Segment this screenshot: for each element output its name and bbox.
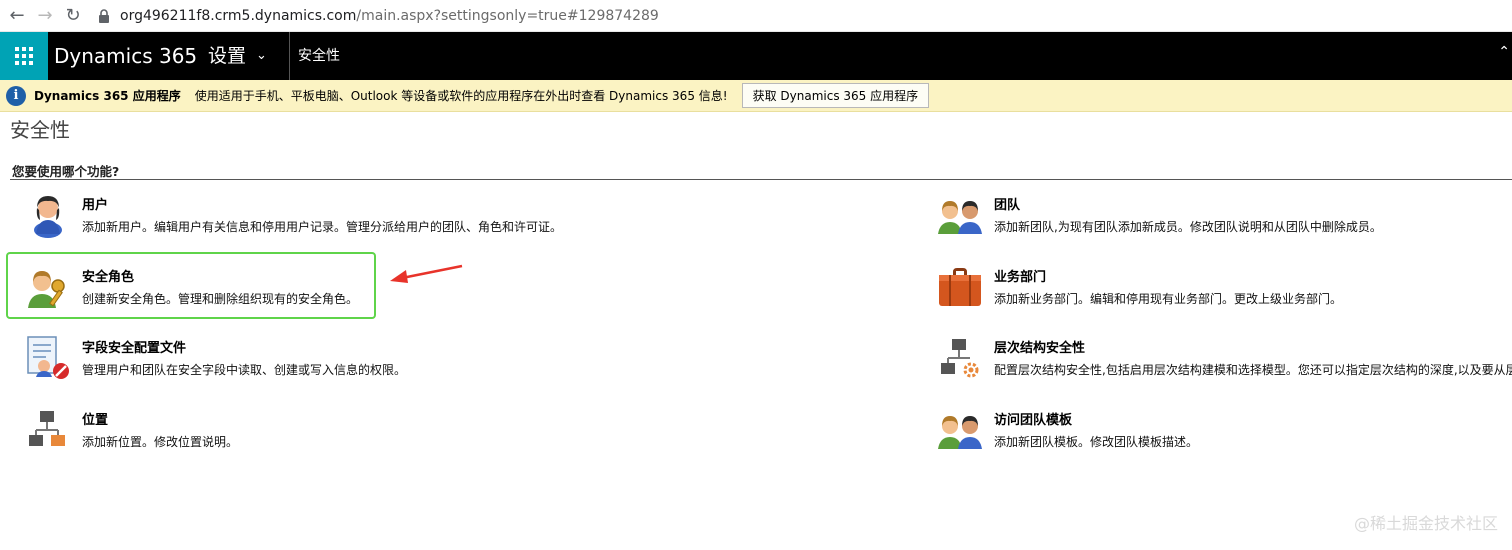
watermark: @稀土掘金技术社区: [1353, 514, 1498, 533]
positions-title: 位置: [82, 413, 109, 428]
user-icon: [34, 196, 62, 238]
app-top-bar: Dynamics 365 设置 ⌄ 安全性 ⌃: [0, 32, 1512, 80]
lock-icon: [99, 8, 109, 23]
divider: [10, 179, 1512, 180]
url-path: /main.aspx?settingsonly=true#129874289: [356, 7, 659, 24]
users-desc: 添加新用户。编辑用户有关信息和停用用户记录。管理分派给用户的团队、角色和许可证。: [82, 220, 563, 234]
field-security-title: 字段安全配置文件: [82, 341, 187, 356]
teams-desc: 添加新团队,为现有团队添加新成员。修改团队说明和从团队中删除成员。: [994, 220, 1382, 234]
hierarchy-security-title: 层次结构安全性: [994, 341, 1086, 356]
url-host: org496211f8.crm5.dynamics.com: [120, 7, 357, 24]
annotation-arrow-icon: [390, 264, 463, 283]
browser-toolbar: ← → ↻ org496211f8.crm5.dynamics.com/main…: [0, 0, 1512, 32]
notification-text: 使用适用于手机、平板电脑、Outlook 等设备或软件的应用程序在外出时查看 D…: [194, 89, 728, 103]
briefcase-icon: [939, 268, 981, 306]
security-roles-option[interactable]: 安全角色 创建新安全角色。管理和删除组织现有的安全角色。: [24, 262, 358, 310]
more-icon[interactable]: ⌃: [1498, 44, 1510, 60]
brand-title[interactable]: Dynamics 365: [48, 32, 200, 80]
hierarchy-security-desc: 配置层次结构安全性,包括启用层次结构建模和选择模型。您还可以指定层次结构的深度,…: [994, 363, 1512, 377]
business-units-desc: 添加新业务部门。编辑和停用现有业务部门。更改上级业务部门。: [994, 292, 1343, 306]
notification-bar: i Dynamics 365 应用程序 使用适用于手机、平板电脑、Outlook…: [0, 80, 1512, 112]
team-icon: [938, 201, 982, 234]
security-role-icon: [28, 271, 65, 308]
section-question: 您要使用哪个功能?: [12, 164, 120, 179]
get-app-button[interactable]: 获取 Dynamics 365 应用程序: [741, 83, 930, 108]
field-security-profile-icon: [27, 336, 69, 379]
security-roles-desc: 创建新安全角色。管理和删除组织现有的安全角色。: [82, 292, 359, 306]
security-roles-title: 安全角色: [82, 270, 135, 285]
teams-title: 团队: [994, 198, 1021, 213]
forward-icon[interactable]: →: [34, 5, 56, 27]
breadcrumb[interactable]: 安全性: [290, 32, 340, 80]
back-icon[interactable]: ←: [6, 5, 28, 27]
reload-icon[interactable]: ↻: [62, 5, 84, 27]
access-team-templates-title: 访问团队模板: [994, 413, 1073, 428]
field-security-desc: 管理用户和团队在安全字段中读取、创建或写入信息的权限。: [82, 363, 407, 377]
business-units-title: 业务部门: [994, 270, 1047, 285]
app-launcher-icon[interactable]: [0, 32, 48, 80]
info-icon: i: [6, 85, 26, 106]
users-option[interactable]: 用户 添加新用户。编辑用户有关信息和停用用户记录。管理分派给用户的团队、角色和许…: [24, 190, 562, 238]
positions-desc: 添加新位置。修改位置说明。: [82, 435, 239, 449]
address-bar[interactable]: org496211f8.crm5.dynamics.com/main.aspx?…: [98, 8, 659, 24]
settings-label: 设置: [208, 45, 247, 67]
position-hierarchy-icon: [29, 411, 65, 446]
chevron-down-icon: ⌄: [256, 48, 267, 63]
access-team-template-icon: [938, 416, 982, 449]
users-title: 用户: [82, 198, 109, 213]
settings-menu[interactable]: 设置 ⌄: [200, 32, 290, 80]
access-team-templates-desc: 添加新团队模板。修改团队模板描述。: [994, 435, 1199, 449]
hierarchy-security-option[interactable]: 层次结构安全性 配置层次结构安全性,包括启用层次结构建模和选择模型。您还可以指定…: [936, 333, 1512, 381]
notification-title: Dynamics 365 应用程序: [34, 89, 181, 103]
teams-option[interactable]: 团队 添加新团队,为现有团队添加新成员。修改团队说明和从团队中删除成员。: [936, 190, 1382, 238]
page-title: 安全性: [10, 118, 70, 142]
access-team-templates-option[interactable]: 访问团队模板 添加新团队模板。修改团队模板描述。: [936, 405, 1198, 453]
positions-option[interactable]: 位置 添加新位置。修改位置说明。: [24, 405, 238, 453]
hierarchy-security-icon: [941, 339, 979, 378]
field-security-option[interactable]: 字段安全配置文件 管理用户和团队在安全字段中读取、创建或写入信息的权限。: [24, 333, 406, 381]
business-units-option[interactable]: 业务部门 添加新业务部门。编辑和停用现有业务部门。更改上级业务部门。: [936, 262, 1342, 310]
waffle-icon: [15, 47, 33, 65]
